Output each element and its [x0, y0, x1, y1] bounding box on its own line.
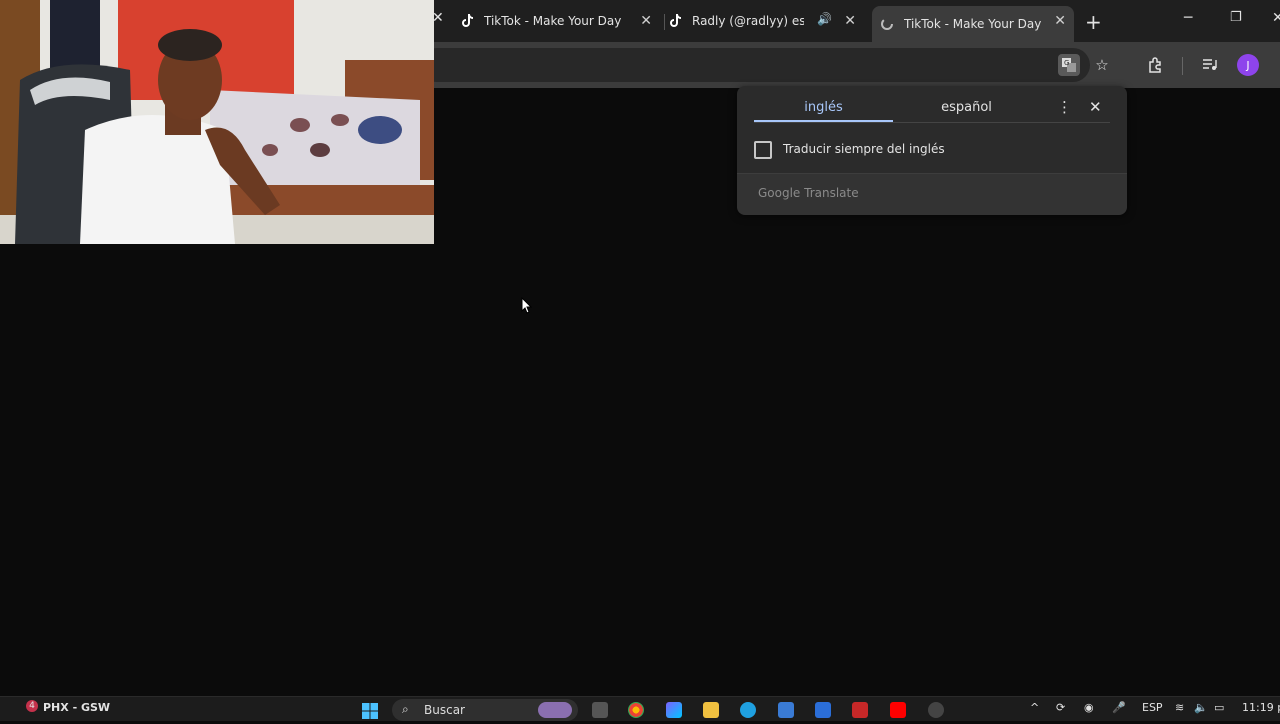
translate-popup: inglés español ⋮ ✕ Traducir siempre del …	[737, 86, 1127, 215]
google-translate-logo: Google Translate	[758, 186, 859, 200]
tab-target-language[interactable]: español	[897, 100, 1036, 115]
volume-icon[interactable]: 🔈	[1194, 701, 1208, 714]
task-view-icon[interactable]	[592, 702, 608, 718]
windows-start-icon[interactable]	[361, 702, 378, 719]
new-tab-button[interactable]: +	[1085, 10, 1102, 34]
tab-title: TikTok - Make Your Day	[904, 17, 1042, 31]
close-window-icon[interactable]: ✕	[1272, 10, 1280, 26]
tab-close-icon[interactable]: ✕	[1054, 13, 1066, 29]
mcafee-icon[interactable]	[852, 702, 868, 718]
profile-avatar[interactable]: J	[1237, 54, 1259, 76]
microphone-icon[interactable]: 🎤	[1112, 701, 1126, 714]
tab-title: TikTok - Make Your Day	[484, 14, 622, 28]
battery-icon[interactable]: ▭	[1214, 701, 1224, 714]
store-icon[interactable]	[778, 702, 794, 718]
bookmark-star-icon[interactable]: ☆	[1091, 54, 1113, 76]
game-score-widget[interactable]: PHX - GSW	[43, 701, 110, 714]
tab-tiktok-active[interactable]: TikTok - Make Your Day ✕	[872, 6, 1074, 42]
edge-icon[interactable]	[740, 702, 756, 718]
always-translate-label: Traducir siempre del inglés	[783, 142, 945, 156]
chrome-icon[interactable]	[628, 702, 644, 718]
address-bar[interactable]	[420, 48, 1090, 82]
tab-close-icon[interactable]: ✕	[640, 13, 652, 29]
taskbar: 4 PHX - GSW ⌕ Buscar ^ ⟳ ◉ 🎤 ESP ≋ 🔈 ▭ 1…	[0, 696, 1280, 721]
webcam-overlay	[0, 0, 434, 244]
copilot-icon[interactable]	[666, 702, 682, 718]
tray-network-icon[interactable]: ◉	[1084, 701, 1094, 714]
popup-footer: Google Translate	[737, 173, 1127, 215]
always-translate-checkbox[interactable]	[754, 141, 772, 159]
tray-sync-icon[interactable]: ⟳	[1056, 701, 1065, 714]
clock[interactable]: 11:19 p.	[1242, 701, 1280, 714]
search-highlight-icon	[538, 702, 572, 718]
language-indicator[interactable]: ESP	[1142, 701, 1163, 714]
settings-icon[interactable]	[928, 702, 944, 718]
tab-tiktok-1[interactable]: TikTok - Make Your Day ✕	[460, 6, 660, 36]
tray-chevron-icon[interactable]: ^	[1030, 701, 1039, 714]
taskbar-search[interactable]: ⌕ Buscar	[392, 699, 578, 721]
extensions-icon[interactable]	[1144, 54, 1166, 76]
close-popup-icon[interactable]: ✕	[1089, 98, 1102, 116]
tab-radly[interactable]: Radly (@radlyy) está e 🔊 ✕	[668, 6, 864, 36]
tiktok-icon	[668, 14, 682, 28]
tab-close-icon[interactable]: ✕	[844, 13, 856, 29]
speaker-icon[interactable]: 🔊	[817, 12, 832, 26]
tiktok-icon	[460, 14, 474, 28]
app-icon[interactable]	[815, 702, 831, 718]
restore-icon[interactable]: ❐	[1230, 10, 1242, 25]
mouse-cursor-icon	[521, 296, 533, 318]
media-control-icon[interactable]	[1199, 54, 1221, 76]
file-explorer-icon[interactable]	[703, 702, 719, 718]
loading-icon	[880, 17, 894, 31]
search-icon: ⌕	[402, 702, 409, 716]
more-options-icon[interactable]: ⋮	[1057, 98, 1072, 116]
minimize-icon[interactable]: ─	[1184, 10, 1192, 26]
tab-title: Radly (@radlyy) está e	[692, 14, 804, 28]
search-placeholder: Buscar	[424, 703, 465, 717]
game-badge: 4	[26, 700, 38, 712]
svg-text:G: G	[1064, 59, 1069, 67]
youtube-icon[interactable]	[890, 702, 906, 718]
tab-source-language[interactable]: inglés	[754, 100, 893, 115]
translate-icon[interactable]: G	[1058, 54, 1080, 76]
wifi-icon[interactable]: ≋	[1175, 701, 1184, 714]
